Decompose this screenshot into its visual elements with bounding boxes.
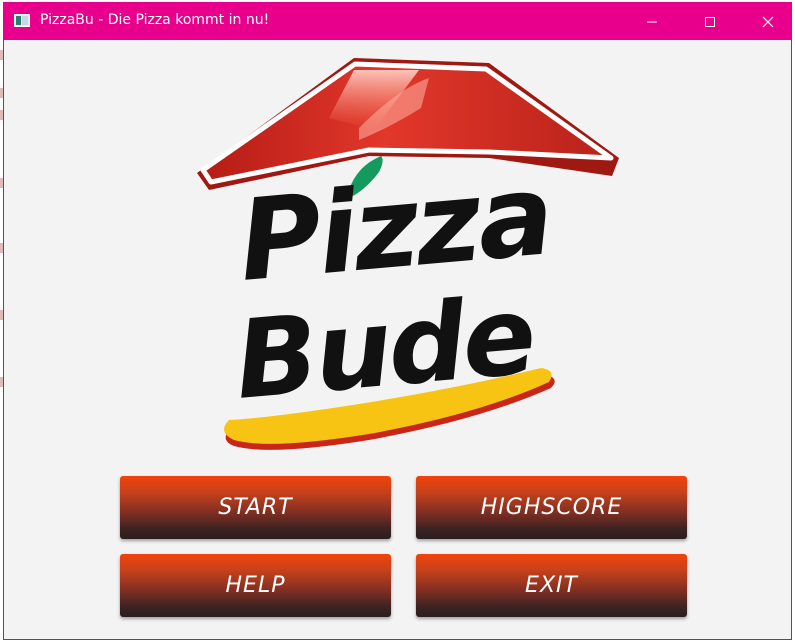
pizza-bude-logo: Pizza Bude [197, 58, 619, 450]
main-menu: Pizza Bude START HIGHSCORE HELP EXIT [4, 40, 791, 640]
maximize-button[interactable] [687, 3, 733, 40]
exit-button[interactable]: EXIT [416, 554, 687, 617]
window-title: PizzaBu - Die Pizza kommt in nu! [40, 12, 270, 28]
start-button[interactable]: START [120, 476, 391, 539]
app-window: PizzaBu - Die Pizza kommt in nu! Pizza B… [3, 2, 792, 640]
app-icon [14, 14, 30, 27]
highscore-button[interactable]: HIGHSCORE [416, 476, 687, 539]
help-button[interactable]: HELP [120, 554, 391, 617]
logo-text-bude: Bude [230, 273, 538, 423]
close-button[interactable] [745, 3, 791, 40]
minimize-icon [647, 21, 657, 23]
maximize-icon [705, 17, 715, 27]
close-icon [762, 16, 774, 28]
minimize-button[interactable] [629, 3, 675, 40]
title-bar[interactable]: PizzaBu - Die Pizza kommt in nu! [4, 3, 791, 40]
